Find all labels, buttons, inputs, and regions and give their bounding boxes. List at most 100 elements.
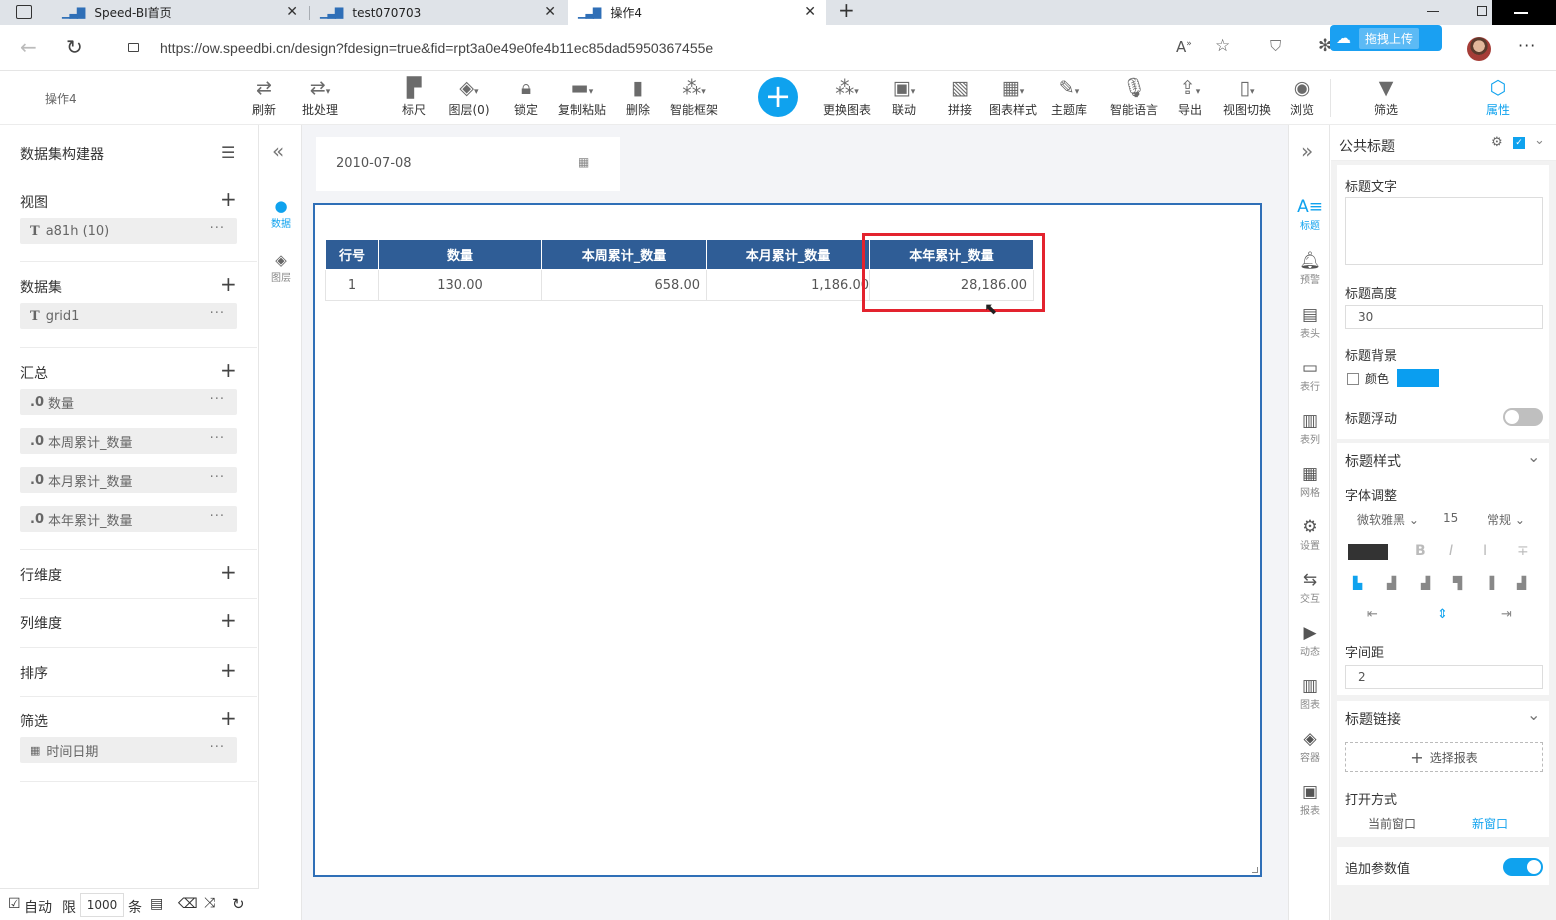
- lock-button[interactable]: 🔒︎ 锁定: [510, 75, 542, 123]
- add-component-button[interactable]: +: [758, 77, 798, 117]
- underline-icon[interactable]: Ⅰ: [1483, 543, 1487, 559]
- side-tab-data[interactable]: ● 数据: [260, 197, 302, 230]
- letter-spacing-input[interactable]: 2: [1345, 665, 1543, 689]
- url-field[interactable]: https://ow.speedbi.cn/design?fdesign=tru…: [108, 30, 1308, 66]
- list-item-measure[interactable]: .0 本周累计_数量 ···: [20, 428, 237, 454]
- align-right-icon[interactable]: ▟: [1421, 576, 1430, 590]
- back-icon[interactable]: ←: [20, 35, 37, 59]
- view-switch-button[interactable]: ▯▾ 视图切换: [1218, 75, 1276, 123]
- align-left-icon[interactable]: ▙: [1353, 576, 1362, 590]
- favorite-add-icon[interactable]: ☆: [1215, 36, 1230, 56]
- shield-icon[interactable]: ⛉: [1270, 37, 1281, 55]
- title-float-toggle[interactable]: [1503, 408, 1543, 426]
- theme-library-button[interactable]: ✎▾ 主题库: [1048, 75, 1090, 123]
- chevron-down-icon[interactable]: ⌄: [1527, 705, 1540, 724]
- restore-icon[interactable]: [1477, 6, 1487, 16]
- list-item-filter[interactable]: ▦ 时间日期 ···: [20, 737, 237, 763]
- panel-menu-icon[interactable]: ☰: [221, 143, 235, 162]
- list-item-measure[interactable]: .0 本年累计_数量 ···: [20, 506, 237, 532]
- add-column-dimension-button[interactable]: +: [220, 610, 237, 630]
- close-icon[interactable]: ✕: [804, 4, 816, 20]
- more-icon[interactable]: ···: [210, 509, 225, 524]
- delete-button[interactable]: ▮ 删除: [622, 75, 654, 123]
- filter-button[interactable]: ▼ 筛选: [1368, 75, 1404, 123]
- category-dynamic[interactable]: ▶ 动态: [1289, 623, 1331, 658]
- more-icon[interactable]: ···: [210, 306, 225, 321]
- indent-right-icon[interactable]: ⇥: [1501, 607, 1512, 622]
- more-icon[interactable]: ···: [210, 740, 225, 755]
- more-icon[interactable]: ···: [210, 431, 225, 446]
- category-alert[interactable]: 🔔︎ 预警: [1289, 251, 1331, 286]
- batch-button[interactable]: ⇄▾ 批处理: [298, 75, 342, 123]
- preview-button[interactable]: ◉ 浏览: [1286, 75, 1318, 123]
- table-cell[interactable]: 1: [325, 269, 379, 301]
- open-new-window-option[interactable]: 新窗口: [1472, 815, 1508, 832]
- font-family-select[interactable]: 微软雅黑 ⌄: [1345, 509, 1427, 531]
- column-header[interactable]: 本月累计_数量: [706, 239, 870, 270]
- enable-checkbox[interactable]: ✓: [1513, 137, 1525, 149]
- category-table-row[interactable]: ▭ 表行: [1289, 358, 1331, 393]
- copy-paste-button[interactable]: ▬▾ 复制粘贴: [554, 75, 610, 123]
- calendar-icon[interactable]: ▦: [578, 155, 589, 169]
- category-title[interactable]: A≡ 标题: [1289, 197, 1331, 232]
- category-report[interactable]: ▣ 报表: [1289, 782, 1331, 817]
- column-header[interactable]: 行号: [325, 239, 379, 270]
- category-table-header[interactable]: ▤ 表头: [1289, 305, 1331, 340]
- more-icon[interactable]: ···: [1518, 36, 1536, 55]
- export-button[interactable]: ⇪▾ 导出: [1170, 75, 1210, 123]
- more-icon[interactable]: ···: [210, 470, 225, 485]
- more-icon[interactable]: ···: [210, 221, 225, 236]
- trash-icon[interactable]: ⌫: [178, 896, 198, 912]
- table-cell[interactable]: 1,186.00: [706, 269, 870, 301]
- avatar[interactable]: [1467, 37, 1491, 61]
- collapse-right-icon[interactable]: »: [1301, 139, 1313, 163]
- sql-icon[interactable]: ▤: [150, 896, 163, 912]
- close-icon[interactable]: ✕: [286, 4, 298, 20]
- property-button[interactable]: ⬡ 属性: [1480, 75, 1516, 123]
- category-table-column[interactable]: ▥ 表列: [1289, 411, 1331, 446]
- linkage-button[interactable]: ▣▾ 联动: [886, 75, 922, 123]
- color-checkbox[interactable]: [1347, 373, 1359, 385]
- align-top-icon[interactable]: ▜: [1453, 576, 1462, 590]
- browser-tab-test[interactable]: ▁▃▇ test070703 ✕: [310, 0, 566, 25]
- indent-center-icon[interactable]: ⇕: [1437, 607, 1448, 622]
- category-settings[interactable]: ⚙ 设置: [1289, 517, 1331, 552]
- title-height-input[interactable]: 30: [1345, 305, 1543, 329]
- align-bottom-icon[interactable]: ▟: [1517, 576, 1526, 590]
- open-current-window-option[interactable]: 当前窗口: [1368, 815, 1416, 832]
- smart-frame-button[interactable]: ⁂▾ 智能框架: [666, 75, 722, 123]
- gear-icon[interactable]: ⚙: [1491, 135, 1503, 150]
- resize-handle[interactable]: [1252, 867, 1258, 873]
- limit-input[interactable]: 1000: [80, 893, 124, 917]
- column-header[interactable]: 数量: [378, 239, 542, 270]
- add-sort-button[interactable]: +: [220, 660, 237, 680]
- browser-tab-active[interactable]: ▁▃▇ 操作4 ✕: [568, 0, 826, 25]
- add-view-button[interactable]: +: [220, 189, 237, 209]
- date-filter-widget[interactable]: 2010-07-08 ▦: [316, 137, 620, 191]
- upload-badge[interactable]: ☁ 拖拽上传: [1330, 25, 1442, 51]
- category-interaction[interactable]: ⇆ 交互: [1289, 570, 1331, 605]
- chart-style-button[interactable]: ▦▾ 图表样式: [986, 75, 1040, 123]
- smart-voice-button[interactable]: 🎙︎ 智能语言: [1106, 75, 1162, 123]
- category-grid[interactable]: ▦ 网格: [1289, 464, 1331, 499]
- list-item-view[interactable]: T a81h (10) ···: [20, 218, 237, 244]
- add-filter-button[interactable]: +: [220, 708, 237, 728]
- indent-left-icon[interactable]: ⇤: [1367, 607, 1378, 622]
- list-item-dataset[interactable]: T grid1 ···: [20, 303, 237, 329]
- collapse-left-icon[interactable]: «: [272, 139, 284, 163]
- list-item-measure[interactable]: .0 数量 ···: [20, 389, 237, 415]
- close-icon[interactable]: ✕: [544, 4, 556, 20]
- refresh-button[interactable]: ⇄ 刷新: [248, 75, 280, 123]
- add-row-dimension-button[interactable]: +: [220, 562, 237, 582]
- shuffle-icon[interactable]: ⤨: [204, 895, 215, 911]
- side-tab-layers[interactable]: ◈ 图层: [260, 251, 302, 284]
- layers-button[interactable]: ◈▾ 图层(0): [446, 75, 492, 123]
- table-cell[interactable]: 130.00: [378, 269, 542, 301]
- browser-tab-home[interactable]: ▁▃▇ Speed-BI首页 ✕: [52, 0, 308, 25]
- column-header[interactable]: 本周累计_数量: [541, 239, 707, 270]
- reload-icon[interactable]: ↻: [66, 35, 83, 59]
- report-grid-component[interactable]: 行号 数量 本周累计_数量 本月累计_数量 本年累计_数量 1 130.00 6…: [313, 203, 1262, 877]
- list-item-measure[interactable]: .0 本月累计_数量 ···: [20, 467, 237, 493]
- font-size-input[interactable]: 15: [1443, 511, 1458, 525]
- category-chart[interactable]: ▥ 图表: [1289, 676, 1331, 711]
